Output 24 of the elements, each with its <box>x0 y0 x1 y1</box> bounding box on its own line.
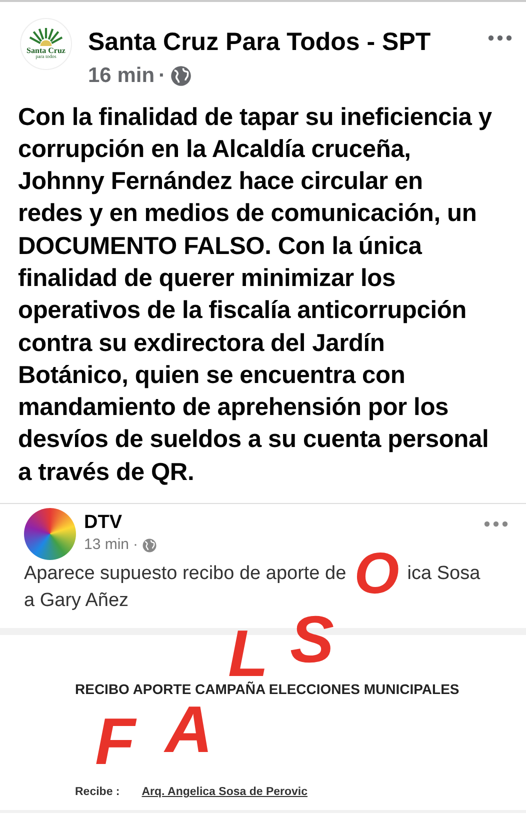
field-label: Recibe : <box>75 785 120 800</box>
post-text: Con la finalidad de tapar su ineficiencia y corrupción en la Alcaldía cruceña, Johnny Fernández hace circular en redes y en medios de comunicación, un DOCUMENTO FALSO. Con la única finalidad de querer minimizar los operativos de la fiscalía anticorrupción contra su exdirectora del Jardín Botánico, quien se encuentra con mandamiento de aprehensión por los desvíos de sueldos a su cuenta personal a través de QR. <box>17 102 493 488</box>
post-text: ica Sosa <box>407 562 480 586</box>
stamp-letter: F <box>95 716 136 766</box>
stamp-letter: S <box>290 614 334 664</box>
stamp-letter: L <box>228 628 268 678</box>
more-options-icon[interactable] <box>488 34 512 41</box>
separator-dot: · <box>133 535 138 556</box>
separator-dot: · <box>158 63 166 89</box>
page-name: DTV <box>84 512 123 534</box>
globe-icon <box>170 64 192 87</box>
globe-icon <box>142 538 158 553</box>
stamp-letter: O <box>354 552 400 596</box>
post-time: 13 min <box>84 535 130 556</box>
post-time[interactable]: 16 min <box>88 60 155 92</box>
post-text: Aparece supuesto recibo de aporte de <box>24 562 346 586</box>
stamp-letter: A <box>165 704 213 754</box>
more-options-icon[interactable] <box>484 520 508 527</box>
document-heading: RECIBO APORTE CAMPAÑA ELECCIONES MUNICIPALES <box>75 680 460 700</box>
page-name[interactable]: Santa Cruz Para Todos - SPT <box>88 28 472 56</box>
sunburst-icon <box>28 27 64 46</box>
post-text: a Gary Añez <box>24 589 130 614</box>
logo-text: Santa Cruz <box>26 46 66 55</box>
recipient-name: Arq. Angelica Sosa de Perovic <box>142 785 308 800</box>
